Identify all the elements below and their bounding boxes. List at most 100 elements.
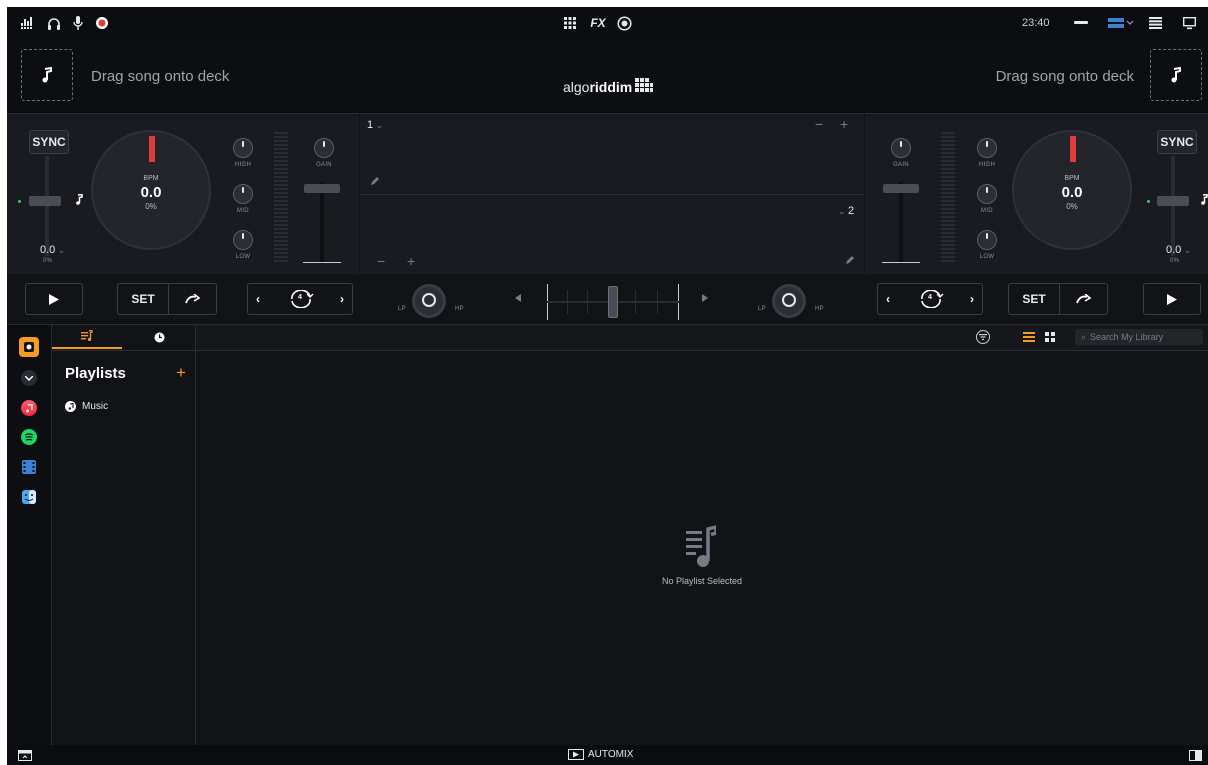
- playlists-tab-icon[interactable]: [52, 325, 122, 349]
- crossfader[interactable]: [547, 284, 679, 320]
- playlist-item-label: Music: [82, 401, 109, 412]
- waveform-deck1[interactable]: 1 ⌄ − +: [360, 114, 864, 194]
- deck-left-filter-knob[interactable]: [412, 284, 446, 318]
- deck-left-high-knob[interactable]: [233, 138, 253, 158]
- sidebar-toggle-icon[interactable]: [17, 749, 33, 761]
- mixer-levels-icon[interactable]: [19, 14, 37, 32]
- track-list-area: ⌕ Search My Library No Playlist Selected: [196, 325, 1208, 745]
- deck-left-loop-button[interactable]: 4: [272, 284, 330, 314]
- deck-right-pitch-handle[interactable]: [1157, 196, 1189, 206]
- video-icon[interactable]: [21, 459, 37, 475]
- apple-music-icon[interactable]: [21, 400, 37, 416]
- search-input[interactable]: ⌕ Search My Library: [1075, 329, 1203, 345]
- deck-right-low-knob[interactable]: [977, 230, 997, 250]
- deck-left-set-button[interactable]: SET: [118, 284, 168, 314]
- bpm-label: BPM: [143, 175, 159, 182]
- deck-right-filter-knob[interactable]: [772, 284, 806, 318]
- app-window: FX 23:40 Drag song onto deck algo riddim …: [7, 7, 1208, 765]
- deck-left-mid-knob[interactable]: [233, 184, 253, 204]
- logo-text-bold: riddim: [589, 79, 633, 95]
- record-icon[interactable]: [93, 14, 111, 32]
- loop-length: 4: [928, 294, 932, 301]
- deck-right-pitch-track: [1171, 156, 1175, 256]
- deck-left-cover[interactable]: [21, 49, 73, 101]
- crossfader-handle[interactable]: [608, 286, 618, 318]
- add-playlist-button[interactable]: +: [176, 363, 186, 383]
- history-clock-icon[interactable]: [124, 325, 194, 349]
- spotify-icon[interactable]: [21, 429, 37, 445]
- playlist-panel: Playlists + Music: [52, 325, 196, 745]
- pencil-icon[interactable]: [845, 255, 855, 265]
- loop-decrease-button[interactable]: ‹: [248, 284, 268, 314]
- expand-icon[interactable]: [21, 370, 37, 386]
- deck-right-return-button[interactable]: [1060, 284, 1108, 314]
- deck-right-pitch-value[interactable]: 0.0 ⌄: [1166, 244, 1191, 256]
- deck-right-sync-button[interactable]: SYNC: [1157, 130, 1197, 154]
- deck-right-set-button[interactable]: SET: [1009, 284, 1059, 314]
- pencil-icon[interactable]: [370, 176, 380, 186]
- deck-left-play-button[interactable]: [25, 283, 83, 315]
- deck-left-return-button[interactable]: [169, 284, 217, 314]
- deck-left-volume-fader[interactable]: [304, 184, 340, 193]
- deck-left-low-knob[interactable]: [233, 230, 253, 250]
- deck-right-platter[interactable]: BPM 0.0 0%: [1012, 130, 1132, 250]
- zoom-in-button[interactable]: +: [407, 253, 415, 269]
- loop-increase-button[interactable]: ›: [332, 284, 352, 314]
- low-label: LOW: [235, 254, 251, 260]
- loop-increase-button[interactable]: ›: [962, 284, 982, 314]
- filter-lp-label: LP: [758, 306, 766, 312]
- track-list-toolbar: ⌕ Search My Library: [196, 325, 1208, 351]
- playlist-item[interactable]: Music: [65, 401, 108, 412]
- deck-right-cover[interactable]: [1150, 49, 1202, 101]
- pitch-value-text: 0.0: [1166, 244, 1182, 256]
- deck1-selector[interactable]: 1 ⌄: [367, 119, 383, 131]
- deck-right-high-knob[interactable]: [977, 138, 997, 158]
- deck-right-gain-knob[interactable]: [891, 138, 911, 158]
- deck2-selector[interactable]: ⌄ 2: [838, 205, 854, 217]
- list-view-icon[interactable]: [1022, 331, 1036, 343]
- display-icon[interactable]: [1180, 14, 1198, 32]
- sampler-icon[interactable]: [615, 14, 633, 32]
- waveform-deck2[interactable]: ⌄ 2 − +: [360, 195, 864, 274]
- crossfader-right-arrow[interactable]: [702, 294, 708, 302]
- layout-minimize-icon[interactable]: [1072, 14, 1090, 32]
- headphones-icon[interactable]: [45, 14, 63, 32]
- grid-view-icon[interactable]: [1044, 331, 1056, 343]
- deck-left-platter[interactable]: BPM 0.0 0%: [91, 130, 211, 250]
- music-note-icon: [75, 194, 83, 205]
- logo-text-light: algo: [563, 79, 590, 95]
- microphone-icon[interactable]: [69, 14, 87, 32]
- top-bar: FX 23:40: [7, 7, 1208, 39]
- fx-button[interactable]: FX: [587, 14, 609, 32]
- panel-toggle-icon[interactable]: [1187, 749, 1203, 761]
- deck-left-gain-knob[interactable]: [314, 138, 334, 158]
- deck-left-pitch-handle[interactable]: [29, 196, 61, 206]
- grid-icon[interactable]: [561, 14, 579, 32]
- crossfader-left-arrow[interactable]: [515, 294, 521, 302]
- layout-select-icon[interactable]: [1107, 14, 1135, 32]
- automix-icon: [568, 749, 584, 760]
- zoom-in-button[interactable]: +: [840, 116, 848, 132]
- filter-icon[interactable]: [976, 330, 990, 344]
- zoom-out-button[interactable]: −: [815, 116, 823, 132]
- apple-music-icon: [65, 401, 76, 412]
- finder-icon[interactable]: [21, 489, 37, 505]
- deck-left: SYNC 0.0 ⌄ 0% BPM 0.0 0% HIGH MID LOW GA…: [7, 114, 359, 274]
- deck-right-loop-button[interactable]: 4: [902, 284, 960, 314]
- zoom-out-button[interactable]: −: [377, 253, 385, 269]
- deck-left-pitch-value[interactable]: 0.0 ⌄: [40, 244, 65, 256]
- deck-right-volume-fader[interactable]: [883, 184, 919, 193]
- gain-label: GAIN: [893, 162, 909, 168]
- search-placeholder: Search My Library: [1090, 332, 1164, 342]
- deck-left-pitch-track: [45, 156, 49, 256]
- deck-left-sync-button[interactable]: SYNC: [29, 130, 69, 154]
- empty-state-message: No Playlist Selected: [661, 576, 743, 586]
- algoriddim-logo: algo riddim: [563, 77, 654, 97]
- local-library-icon[interactable]: [19, 337, 39, 357]
- menu-icon[interactable]: [1146, 14, 1164, 32]
- automix-button[interactable]: AUTOMIX: [568, 749, 633, 760]
- deck-right-play-button[interactable]: [1143, 283, 1201, 315]
- deck-right-mid-knob[interactable]: [977, 184, 997, 204]
- gain-label: GAIN: [316, 162, 332, 168]
- loop-decrease-button[interactable]: ‹: [878, 284, 898, 314]
